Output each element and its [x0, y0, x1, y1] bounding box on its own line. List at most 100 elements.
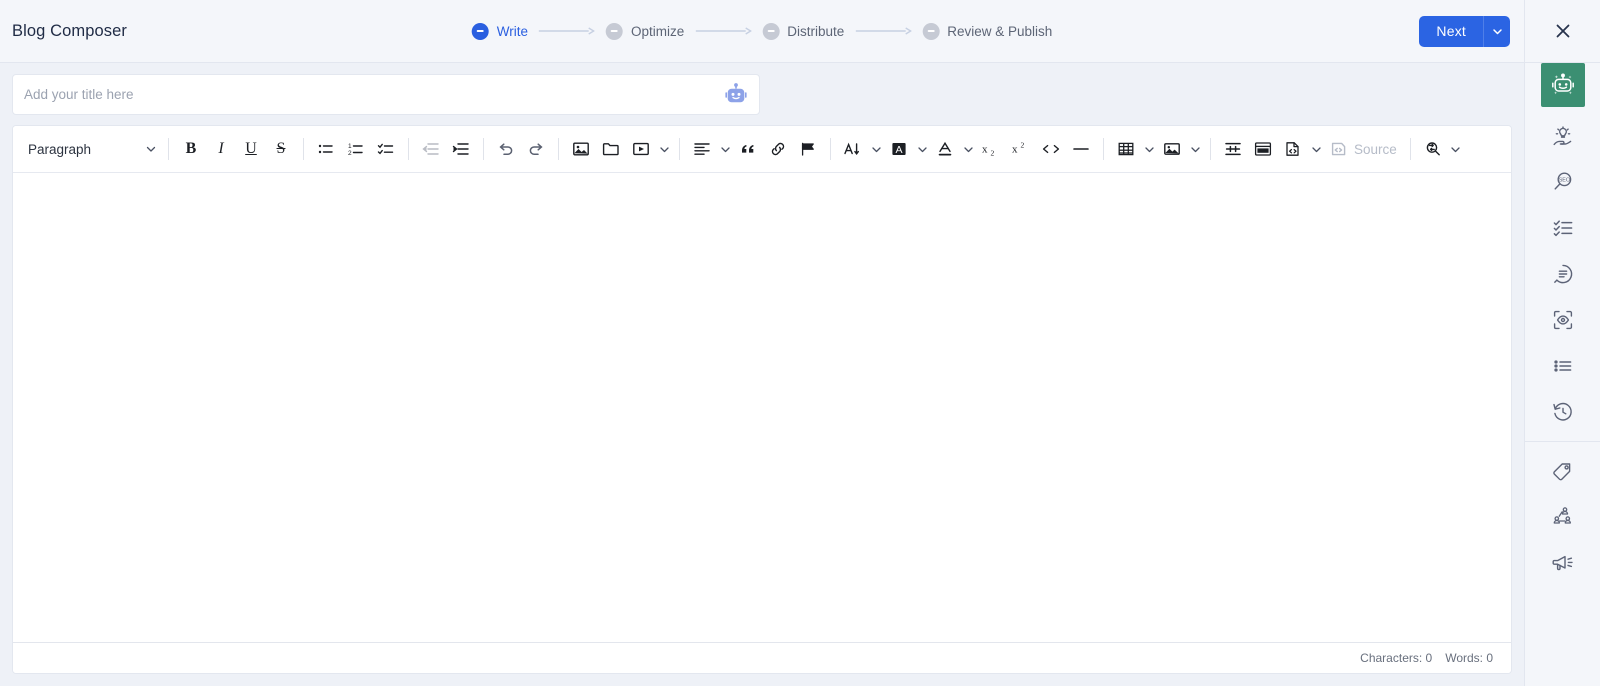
insert-table-group: [1111, 134, 1157, 164]
close-button[interactable]: [1524, 0, 1600, 63]
rail-checklist[interactable]: [1541, 206, 1585, 250]
toolbar-separator-10: [1409, 138, 1411, 160]
rail-ideas[interactable]: [1541, 114, 1585, 158]
toolbar-separator-5: [558, 138, 559, 160]
outdent-button[interactable]: [416, 134, 446, 164]
step-optimize-dot: [605, 22, 623, 40]
font-color-dropdown[interactable]: [960, 134, 976, 164]
chevron-down-icon: [1311, 144, 1322, 155]
indent-button[interactable]: [446, 134, 476, 164]
step-distribute-dot: [762, 22, 780, 40]
link-button[interactable]: [763, 134, 793, 164]
rail-tags[interactable]: [1541, 449, 1585, 493]
flag-icon: [799, 140, 817, 158]
step-review-publish-label: Review & Publish: [947, 23, 1053, 39]
insert-media-dropdown[interactable]: [656, 134, 672, 164]
word-count: Words: 0: [1445, 651, 1493, 665]
page-break-button[interactable]: [1218, 134, 1248, 164]
document-circle-icon: [1551, 262, 1575, 286]
rail-history[interactable]: [1541, 390, 1585, 434]
step-distribute-label: Distribute: [787, 23, 845, 39]
step-write-dot: [471, 22, 489, 40]
svg-text:x: x: [982, 144, 988, 156]
step-distribute[interactable]: Distribute: [762, 22, 845, 40]
highlight-icon: A: [890, 140, 908, 158]
step-write[interactable]: Write: [471, 22, 528, 40]
editor-content-area[interactable]: [13, 173, 1511, 642]
block-quote-button[interactable]: [733, 134, 763, 164]
next-button[interactable]: Next: [1419, 15, 1483, 47]
chevron-down-icon: [963, 144, 974, 155]
page-break-icon: [1223, 140, 1243, 158]
title-field-wrapper: [12, 74, 760, 115]
step-review-publish[interactable]: Review & Publish: [922, 22, 1053, 40]
title-ai-assist-button[interactable]: [723, 82, 749, 108]
find-replace-dropdown[interactable]: [1448, 134, 1464, 164]
sidebar-items: SEO: [1524, 63, 1600, 586]
scan-eye-icon: [1551, 308, 1575, 332]
subscript-button[interactable]: x2: [976, 134, 1006, 164]
font-size-dropdown[interactable]: [868, 134, 884, 164]
rail-promote[interactable]: [1541, 541, 1585, 585]
font-color-button[interactable]: [930, 134, 960, 164]
rail-audience[interactable]: [1541, 495, 1585, 539]
insert-media-button[interactable]: [626, 134, 656, 164]
toolbar-separator-8: [1103, 138, 1104, 160]
title-input[interactable]: [13, 75, 759, 114]
todo-list-button[interactable]: [371, 134, 401, 164]
open-file-browser-button[interactable]: [596, 134, 626, 164]
strikethrough-button[interactable]: S: [266, 134, 296, 164]
superscript-button[interactable]: x2: [1006, 134, 1036, 164]
font-background-color-dropdown[interactable]: [914, 134, 930, 164]
rail-ai-assistant[interactable]: [1540, 63, 1585, 107]
source-label: Source: [1354, 141, 1397, 157]
undo-button[interactable]: [491, 134, 521, 164]
source-button[interactable]: Source: [1324, 134, 1403, 164]
megaphone-icon: [1551, 551, 1575, 575]
underline-button[interactable]: U: [236, 134, 266, 164]
rail-outline[interactable]: [1541, 344, 1585, 388]
html-embed-button[interactable]: [1278, 134, 1308, 164]
bulleted-list-button[interactable]: [311, 134, 341, 164]
text-alignment-dropdown[interactable]: [717, 134, 733, 164]
svg-text:SEO: SEO: [1558, 178, 1569, 184]
bold-button[interactable]: B: [176, 134, 206, 164]
insert-image-button[interactable]: [566, 134, 596, 164]
source-icon: [1330, 140, 1348, 158]
image-upload-dropdown[interactable]: [1187, 134, 1203, 164]
flag-button[interactable]: [793, 134, 823, 164]
step-optimize[interactable]: Optimize: [605, 22, 684, 40]
font-size-group: [838, 134, 884, 164]
chevron-down-icon: [145, 143, 157, 155]
bulleted-list-icon: [317, 140, 335, 158]
toolbar-separator-3: [408, 138, 409, 160]
rail-seo[interactable]: SEO: [1541, 160, 1585, 204]
editor-shell: Paragraph B I U S 1 2 A x 2 x 2 Source C…: [12, 125, 1512, 674]
paragraph-style-dropdown[interactable]: Paragraph: [21, 134, 161, 164]
numbered-list-button[interactable]: 1 2: [341, 134, 371, 164]
org-chart-icon: [1551, 505, 1575, 529]
font-background-color-button[interactable]: A: [884, 134, 914, 164]
insert-template-button[interactable]: [1248, 134, 1278, 164]
font-size-button[interactable]: [838, 134, 868, 164]
image-upload-button[interactable]: [1157, 134, 1187, 164]
text-alignment-button[interactable]: [687, 134, 717, 164]
list-icon: [1551, 354, 1575, 378]
undo-icon: [497, 140, 515, 158]
blog-composer-app: Blog Composer Write Optimize Distribute …: [0, 0, 1600, 686]
redo-button[interactable]: [521, 134, 551, 164]
font-color-group: [930, 134, 976, 164]
find-replace-button[interactable]: [1418, 134, 1448, 164]
font-size-icon: [843, 140, 863, 158]
svg-text:2: 2: [1021, 141, 1025, 150]
horizontal-line-button[interactable]: [1066, 134, 1096, 164]
italic-button[interactable]: I: [206, 134, 236, 164]
code-button[interactable]: [1036, 134, 1066, 164]
rail-summary[interactable]: [1541, 252, 1585, 296]
insert-table-button[interactable]: [1111, 134, 1141, 164]
html-embed-dropdown[interactable]: [1308, 134, 1324, 164]
next-dropdown-button[interactable]: [1483, 15, 1510, 47]
quote-icon: [739, 140, 757, 158]
insert-table-dropdown[interactable]: [1141, 134, 1157, 164]
rail-preview[interactable]: [1541, 298, 1585, 342]
